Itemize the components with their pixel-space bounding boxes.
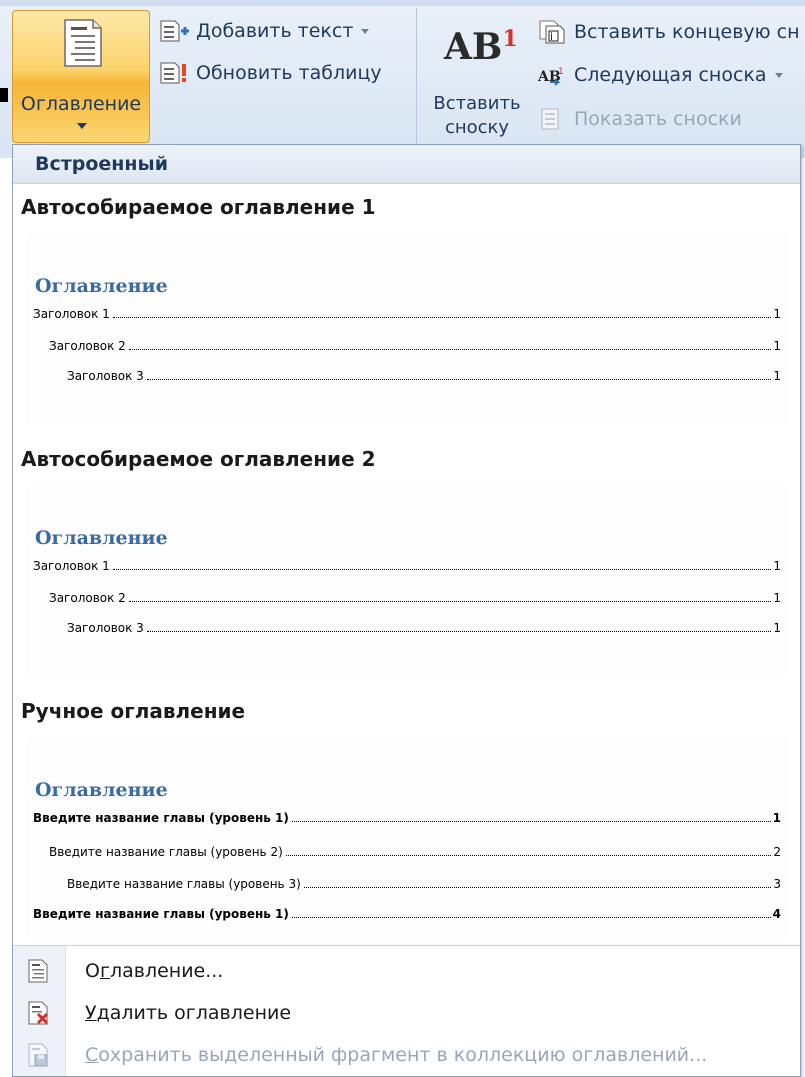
document-marker: [0, 88, 8, 102]
preview-entry: Заголовок 11: [33, 559, 781, 573]
show-notes-icon: [541, 108, 559, 130]
gallery-item-manual-toc[interactable]: Оглавление Введите название главы (урове…: [27, 737, 787, 939]
insert-footnote-label: Вставить сноску: [433, 93, 521, 138]
svg-text:1: 1: [558, 67, 564, 77]
menu-item-save-selection[interactable]: Сохранить выделенный фрагмент в коллекци…: [13, 1035, 800, 1075]
gallery-item-auto-toc-2[interactable]: Оглавление Заголовок 11 Заголовок 21 Заг…: [27, 485, 787, 677]
ribbon-group-separator: [416, 8, 417, 148]
menu-item-toc-dialog[interactable]: Оглавление...: [13, 951, 800, 991]
chevron-down-icon: [77, 123, 87, 129]
preview-entry: Заголовок 31: [67, 369, 781, 383]
preview-entry: Заголовок 21: [49, 339, 781, 353]
toc-gallery-button[interactable]: Оглавление: [12, 10, 150, 143]
insert-endnote-icon: i: [539, 20, 565, 44]
update-table-icon: [160, 62, 186, 84]
menu-item-remove-toc[interactable]: Удалить оглавление: [13, 993, 800, 1033]
preview-entry: Введите название главы (уровень 3) 3: [67, 877, 781, 891]
dropdown-arrow-icon: [361, 28, 370, 34]
preview-entry: Введите название главы (уровень 2) 2: [49, 845, 781, 859]
preview-entry: Заголовок 31: [67, 621, 781, 635]
menu-separator: [13, 945, 800, 946]
preview-entry: Заголовок 21: [49, 591, 781, 605]
menu-item-label: Оглавление...: [85, 960, 224, 982]
menu-item-label: Удалить оглавление: [85, 1002, 292, 1024]
preview-title: Оглавление: [35, 779, 168, 801]
preview-entry: Заголовок 11: [33, 307, 781, 321]
gallery-header-label: Встроенный: [35, 153, 169, 175]
add-text-label: Добавить текст: [196, 20, 354, 42]
next-footnote-icon: AB 1: [538, 67, 564, 86]
menu-item-label: Сохранить выделенный фрагмент в коллекци…: [85, 1044, 708, 1066]
toc-document-icon: [64, 19, 102, 67]
gallery-item-auto-toc-1[interactable]: Оглавление Заголовок 11 Заголовок 21 Заг…: [27, 233, 787, 425]
update-table-label: Обновить таблицу: [196, 62, 382, 84]
dropdown-arrow-icon: [774, 72, 783, 78]
add-text-button[interactable]: Добавить текст: [160, 20, 370, 42]
update-table-button[interactable]: Обновить таблицу: [160, 62, 382, 84]
add-text-icon: [160, 20, 189, 42]
preview-title: Оглавление: [35, 275, 168, 297]
toc-button-label: Оглавление: [20, 93, 142, 115]
ribbon: Оглавление Добавить текст Обновить табли…: [0, 0, 805, 158]
save-to-gallery-icon: [28, 1043, 48, 1067]
insert-endnote-button[interactable]: i Вставить концевую сн: [538, 20, 800, 44]
section-title-auto-toc-1: Автособираемое оглавление 1: [21, 195, 376, 219]
gallery-header: Встроенный: [13, 145, 800, 184]
insert-endnote-label: Вставить концевую сн: [574, 21, 800, 43]
footnote-icon: AB1: [444, 26, 518, 68]
remove-toc-icon: [28, 1001, 49, 1025]
toc-gallery-panel: Встроенный Автособираемое оглавление 1 О…: [12, 144, 801, 1077]
next-footnote-button[interactable]: AB 1 Следующая сноска: [538, 64, 783, 86]
ribbon-top-edge: [0, 0, 805, 6]
show-notes-label: Показать сноски: [574, 108, 742, 130]
show-notes-button[interactable]: Показать сноски: [538, 108, 742, 130]
next-footnote-label: Следующая сноска: [574, 64, 767, 86]
insert-footnote-button[interactable]: AB1 Вставить сноску: [428, 20, 526, 150]
toc-document-icon: [28, 959, 48, 983]
preview-entry: Введите название главы (уровень 1) 1: [33, 811, 781, 825]
preview-title: Оглавление: [35, 527, 168, 549]
section-title-manual-toc: Ручное оглавление: [21, 699, 246, 723]
section-title-auto-toc-2: Автособираемое оглавление 2: [21, 447, 376, 471]
preview-entry: Введите название главы (уровень 1) 4: [33, 907, 781, 921]
